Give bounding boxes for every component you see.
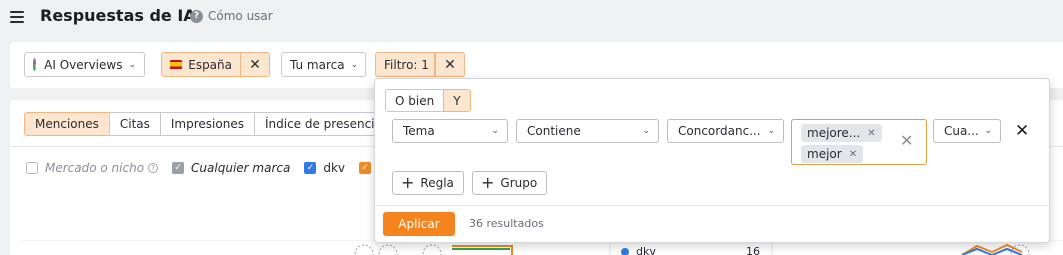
filter-label: Filtro: 1 <box>384 57 429 72</box>
chevron-down-icon: ⌄ <box>984 126 992 136</box>
filter-dropdown[interactable]: Filtro: 1 <box>375 52 435 77</box>
chart-point <box>378 244 398 255</box>
results-count: 36 resultados <box>469 217 544 230</box>
tab-indice-presencia[interactable]: Índice de presencia <box>253 112 393 136</box>
clear-tags-icon[interactable]: ✕ <box>900 131 913 150</box>
add-group-label: Grupo <box>500 176 538 190</box>
scope-value: Cua... <box>944 124 979 138</box>
country-dropdown[interactable]: España <box>161 52 241 77</box>
logic-or-button[interactable]: O bien <box>385 89 445 112</box>
google-icon <box>33 58 44 71</box>
checkmark-icon: ✓ <box>304 162 317 174</box>
keyword-tags-input[interactable]: mejore... ✕ mejor ✕ ✕ <box>791 119 927 165</box>
filter-popover: O bien Y Tema ⌄ Contiene ⌄ Concordanc...… <box>374 78 1050 243</box>
legend-value: 16 <box>746 245 760 255</box>
series-checkboxes: Mercado o nicho ? ✓ Cualquier marca ✓ dk… <box>26 161 399 175</box>
question-icon: ? <box>190 9 203 23</box>
spain-flag-icon <box>170 60 183 69</box>
field-select[interactable]: Tema ⌄ <box>392 119 508 143</box>
any-brand-label: Cualquier marca <box>191 161 291 175</box>
chevron-down-icon: ⌄ <box>642 126 650 136</box>
checkbox-icon <box>26 162 38 174</box>
tag-label: mejor <box>807 147 842 161</box>
brand-label: Tu marca <box>290 57 345 72</box>
market-label: Mercado o nicho <box>45 161 145 175</box>
match-value: Concordanc... <box>678 124 761 138</box>
chevron-down-icon: ⌄ <box>767 126 775 136</box>
chevron-down-icon: ⌄ <box>128 59 136 70</box>
tab-impresiones[interactable]: Impresiones <box>159 112 255 136</box>
chart-line <box>452 245 513 255</box>
clear-filter-button[interactable]: ✕ <box>435 52 465 77</box>
logic-toggle: O bien Y <box>385 89 471 112</box>
brand-dropdown[interactable]: Tu marca ⌄ <box>281 52 366 77</box>
clear-country-button[interactable]: ✕ <box>240 52 270 77</box>
tab-citas[interactable]: Citas <box>108 112 161 136</box>
help-label: Cómo usar <box>208 9 273 23</box>
scope-select[interactable]: Cua... ⌄ <box>933 119 1001 143</box>
dkv-checkbox[interactable]: ✓ dkv <box>304 161 345 175</box>
source-label: AI Overviews <box>44 57 123 72</box>
close-icon: ✕ <box>249 56 261 73</box>
remove-tag-icon[interactable]: ✕ <box>849 149 857 160</box>
dkv-label: dkv <box>323 161 346 175</box>
checkmark-icon: ✓ <box>359 162 372 174</box>
page-title: Respuestas de IA <box>40 6 196 25</box>
legend-dot <box>621 248 629 255</box>
logic-and-button[interactable]: Y <box>443 89 471 112</box>
market-checkbox[interactable]: Mercado o nicho ? <box>26 161 159 175</box>
chart-line <box>961 243 1023 255</box>
match-select[interactable]: Concordanc... ⌄ <box>667 119 784 143</box>
checkmark-icon: ✓ <box>172 162 185 174</box>
legend-label: dkv <box>636 245 656 255</box>
add-rule-button[interactable]: + Regla <box>392 171 464 195</box>
apply-button[interactable]: Aplicar <box>383 212 455 236</box>
field-value: Tema <box>403 124 435 138</box>
source-dropdown[interactable]: AI Overviews ⌄ <box>24 52 145 77</box>
metric-tabs: Menciones Citas Impresiones Índice de pr… <box>24 112 393 136</box>
keyword-tag: mejor ✕ <box>801 145 864 163</box>
chevron-down-icon: ⌄ <box>350 59 359 70</box>
chart-point <box>422 244 442 255</box>
remove-tag-icon[interactable]: ✕ <box>867 128 875 139</box>
top-bar: Respuestas de IA ? Cómo usar <box>0 0 1063 34</box>
operator-select[interactable]: Contiene ⌄ <box>516 119 659 143</box>
chevron-down-icon: ⌄ <box>491 126 499 136</box>
help-link[interactable]: ? Cómo usar <box>190 9 273 23</box>
keyword-tag: mejore... ✕ <box>801 124 882 142</box>
divider <box>375 205 1049 206</box>
info-icon: ? <box>148 163 159 173</box>
country-label: España <box>188 57 232 72</box>
menu-icon[interactable] <box>10 11 24 23</box>
add-rule-label: Regla <box>420 176 454 190</box>
close-icon: ✕ <box>444 56 456 73</box>
add-group-button[interactable]: + Grupo <box>472 171 548 195</box>
tab-menciones[interactable]: Menciones <box>24 112 110 136</box>
operator-value: Contiene <box>527 124 581 138</box>
plus-icon: + <box>481 173 495 192</box>
tag-label: mejore... <box>807 126 861 140</box>
any-brand-checkbox[interactable]: ✓ Cualquier marca <box>172 161 290 175</box>
chart-point <box>354 244 374 255</box>
plus-icon: + <box>401 173 415 192</box>
remove-rule-icon[interactable]: ✕ <box>1015 121 1029 141</box>
